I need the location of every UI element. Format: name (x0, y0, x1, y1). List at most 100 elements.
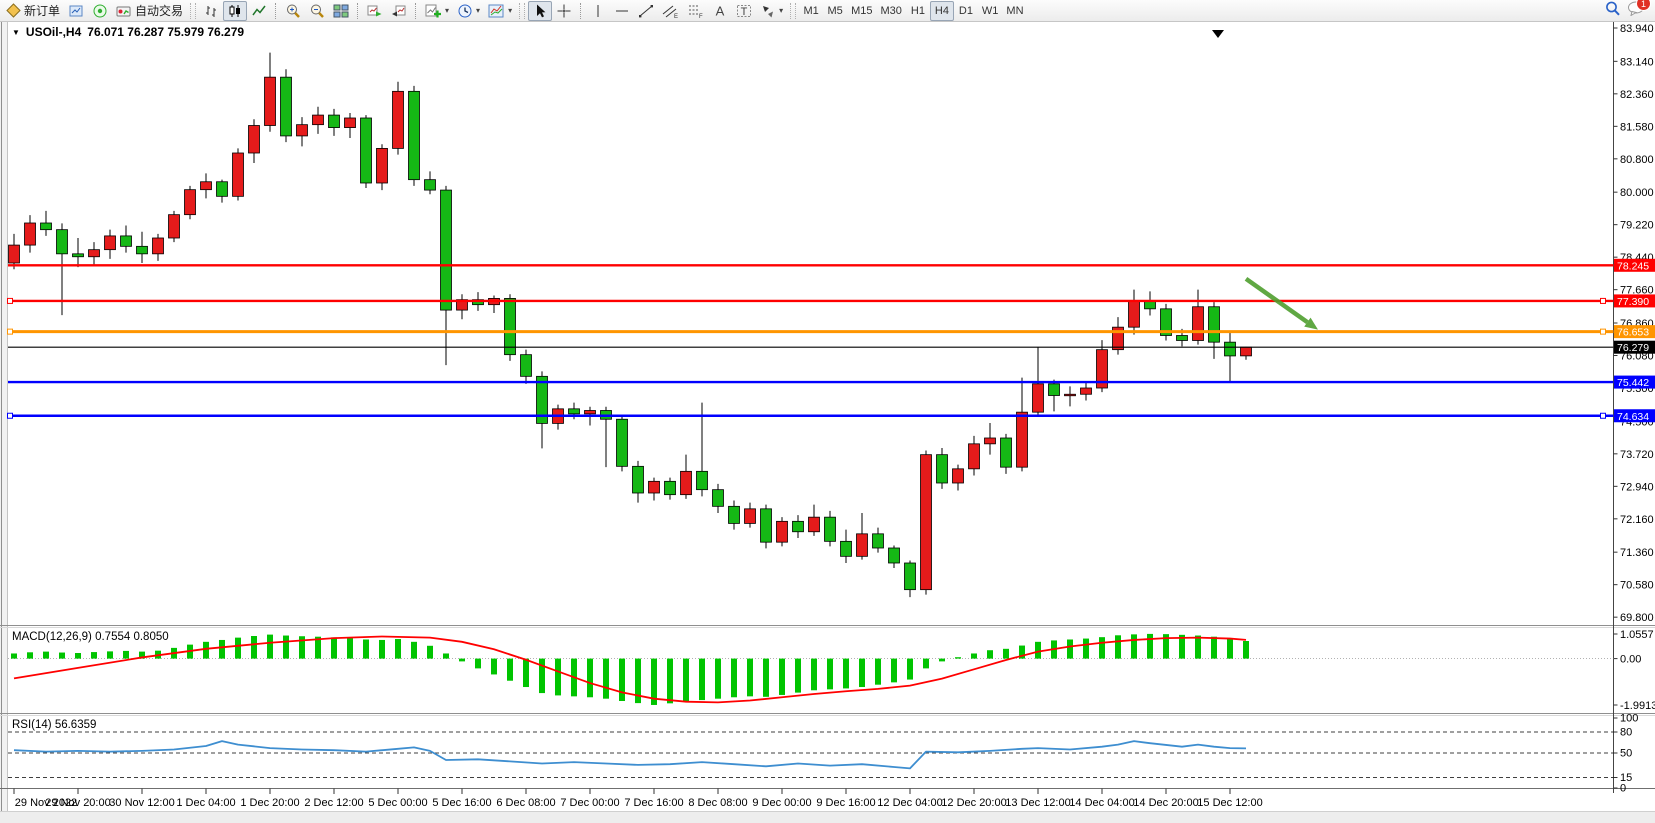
rsi-indicator-label: RSI(14) 56.6359 (12, 719, 96, 731)
hline-handle[interactable] (8, 413, 13, 418)
timeframe-w1-button[interactable]: W1 (978, 1, 1003, 21)
timeframe-d1-button[interactable]: D1 (954, 1, 978, 21)
fibonacci-button[interactable]: F (683, 1, 708, 21)
price-tick-label: 82.360 (1620, 89, 1654, 101)
macd-bar (11, 653, 17, 658)
time-tick-label: 14 Dec 20:00 (1133, 797, 1198, 809)
add-indicator-button[interactable]: ▾ (421, 1, 453, 21)
price-badge-label: 75.442 (1617, 377, 1649, 389)
candle-body (297, 125, 308, 136)
timeframe-mn-button[interactable]: MN (1002, 1, 1027, 21)
autotrading-button[interactable]: 自动交易 (112, 1, 187, 21)
trendline-button[interactable] (634, 1, 658, 21)
candle-body (1001, 438, 1012, 467)
toolbar-separator (357, 3, 359, 19)
channel-button[interactable]: E (658, 1, 683, 21)
price-tick-label: 80.800 (1620, 154, 1654, 166)
timeframe-h4-button[interactable]: H4 (930, 1, 954, 21)
navigator-button[interactable] (88, 1, 112, 21)
vertical-line-icon (590, 3, 606, 19)
candle-body (233, 153, 244, 196)
timeframe-m30-button[interactable]: M30 (877, 1, 906, 21)
hline-handle[interactable] (1601, 413, 1606, 418)
time-tick-label: 12 Dec 04:00 (877, 797, 942, 809)
macd-bar (763, 659, 769, 697)
chart-canvas[interactable]: 83.94083.14082.36081.58080.80080.00079.2… (0, 22, 1655, 823)
macd-bar (923, 659, 929, 669)
tile-windows-button[interactable] (329, 1, 353, 21)
candle-body (745, 509, 756, 524)
macd-bar (363, 639, 369, 658)
cursor-icon (532, 3, 548, 19)
candle-body (505, 298, 516, 354)
chart-dropdown-icon[interactable]: ▼ (12, 28, 20, 37)
zoom-out-button[interactable] (305, 1, 329, 21)
timeframe-m5-button[interactable]: M5 (823, 1, 847, 21)
time-tick-label: 7 Dec 16:00 (624, 797, 683, 809)
price-badge-label: 74.634 (1617, 411, 1649, 423)
macd-bar (1067, 639, 1073, 658)
candle-body (697, 471, 708, 489)
candle-body (873, 534, 884, 548)
new-order-label: 新订单 (24, 2, 60, 19)
price-badge-label: 76.653 (1617, 327, 1649, 339)
time-tick-label: 7 Dec 00:00 (560, 797, 619, 809)
zoom-in-button[interactable] (281, 1, 305, 21)
toolbar-separator (275, 3, 277, 19)
time-tick-label: 6 Dec 08:00 (496, 797, 555, 809)
hline-handle[interactable] (8, 329, 13, 334)
candle-body (1193, 307, 1204, 341)
zoom-in-icon (285, 3, 301, 19)
candle-body (825, 517, 836, 541)
new-order-button[interactable]: 新订单 (2, 1, 64, 21)
candle-body (441, 190, 452, 310)
market-watch-button[interactable] (64, 1, 88, 21)
macd-bar (379, 640, 385, 659)
macd-bar (491, 659, 497, 675)
text-label-button[interactable]: T (732, 1, 756, 21)
bar-chart-button[interactable] (199, 1, 223, 21)
time-tick-label: 15 Dec 12:00 (1197, 797, 1262, 809)
main-toolbar: 新订单 自动交易 ▾ ▾ ▾ E F A T ▾ M1M5M15M30H1H4D… (0, 0, 1655, 22)
time-tick-label: 2 Dec 12:00 (304, 797, 363, 809)
timeframe-m1-button[interactable]: M1 (799, 1, 823, 21)
auto-scroll-icon (367, 3, 383, 19)
rsi-tick-label: 80 (1620, 727, 1632, 739)
macd-bar (1099, 637, 1105, 658)
candle-body (681, 471, 692, 494)
chart-shift-button[interactable] (387, 1, 411, 21)
search-icon[interactable] (1604, 0, 1621, 22)
hline-handle[interactable] (1601, 329, 1606, 334)
text-label-icon: T (736, 3, 752, 19)
text-button[interactable]: A (708, 1, 732, 21)
arrows-button[interactable]: ▾ (756, 1, 787, 21)
notifications-button[interactable]: 1 (1627, 0, 1645, 21)
period-button[interactable]: ▾ (453, 1, 484, 21)
clock-icon (457, 3, 473, 19)
toolbar-separator (580, 3, 582, 19)
candle-body (313, 115, 324, 125)
macd-bar (907, 659, 913, 680)
candlestick-chart-button[interactable] (223, 1, 247, 21)
candle-body (1129, 301, 1140, 327)
chart-shift-icon (391, 3, 407, 19)
timeframe-m15-button[interactable]: M15 (847, 1, 876, 21)
hline-handle[interactable] (1601, 298, 1606, 303)
price-tick-label: 83.140 (1620, 56, 1654, 68)
hline-handle[interactable] (8, 298, 13, 303)
candle-body (137, 246, 148, 254)
toolbar-right-icons: 1 (1604, 0, 1653, 22)
auto-scroll-button[interactable] (363, 1, 387, 21)
horizontal-line-button[interactable] (610, 1, 634, 21)
timeframe-h1-button[interactable]: H1 (906, 1, 930, 21)
cursor-button[interactable] (528, 1, 552, 21)
vertical-line-button[interactable] (586, 1, 610, 21)
toolbar-grip (190, 3, 196, 19)
macd-bar (1227, 639, 1233, 659)
macd-bar (1083, 639, 1089, 659)
rsi-tick-label: 0 (1620, 783, 1626, 795)
macd-bar (43, 652, 49, 659)
line-chart-button[interactable] (247, 1, 271, 21)
crosshair-button[interactable] (552, 1, 576, 21)
template-button[interactable]: ▾ (484, 1, 516, 21)
